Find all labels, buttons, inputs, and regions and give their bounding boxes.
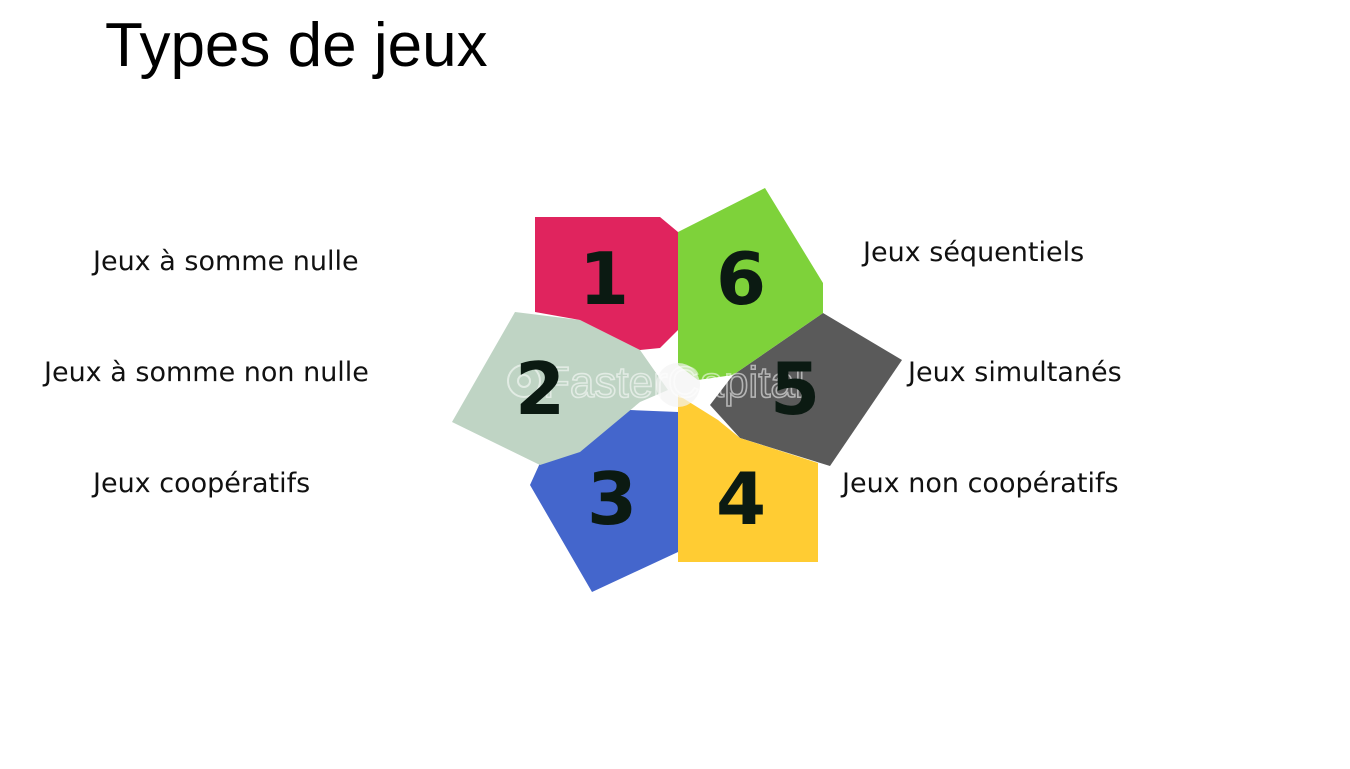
number-6: 6 <box>716 237 766 321</box>
number-1: 1 <box>579 237 629 321</box>
page-title: Types de jeux <box>105 11 488 80</box>
slide: Types de jeux Jeux à somme nulle Jeux à … <box>0 0 1350 769</box>
label-item-5: Jeux simultanés <box>908 357 1122 388</box>
watermark-text: FasterCapital <box>543 358 805 407</box>
label-item-1: Jeux à somme nulle <box>93 246 359 277</box>
number-3: 3 <box>587 457 637 541</box>
number-2: 2 <box>515 347 565 431</box>
label-item-2: Jeux à somme non nulle <box>44 357 369 388</box>
number-5: 5 <box>770 347 820 431</box>
label-item-3: Jeux coopératifs <box>93 468 311 499</box>
petal-diagram-svg: FasterCapital 1 6 2 5 3 4 <box>452 188 902 592</box>
numbered-petal-diagram: FasterCapital 1 6 2 5 3 4 <box>440 180 910 600</box>
number-4: 4 <box>716 457 766 541</box>
